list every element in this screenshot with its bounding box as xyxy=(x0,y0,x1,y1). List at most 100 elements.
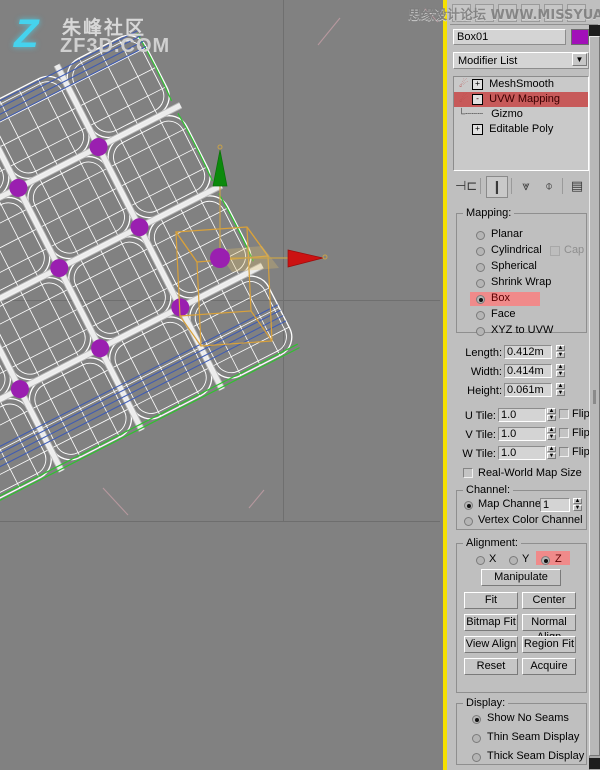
radio-cylindrical[interactable] xyxy=(476,247,485,256)
v-tile-spinner[interactable]: ▲ ▼ xyxy=(547,427,556,441)
stack-item-label: Editable Poly xyxy=(489,123,554,135)
region-fit-button[interactable]: Region Fit xyxy=(522,636,576,653)
scrollbar-grip xyxy=(593,390,596,404)
radio-align-x[interactable] xyxy=(476,556,485,565)
stack-item-gizmo[interactable]: └┄┄┄ Gizmo xyxy=(454,107,588,122)
scrollbar-down-button[interactable] xyxy=(589,758,600,769)
radio-face[interactable] xyxy=(476,311,485,320)
radio-spherical[interactable] xyxy=(476,263,485,272)
lightbulb-icon[interactable]: ☄ xyxy=(458,77,469,92)
label-align-y: Y xyxy=(522,553,530,565)
tree-line: └┄┄┄ xyxy=(458,109,484,120)
u-flip-checkbox[interactable] xyxy=(559,409,569,419)
manipulate-button[interactable]: Manipulate xyxy=(481,569,561,586)
u-tile-spinner[interactable]: ▲ ▼ xyxy=(547,408,556,422)
label-shrink-wrap: Shrink Wrap xyxy=(491,276,552,288)
map-channel-spinner[interactable]: ▲ ▼ xyxy=(573,498,582,512)
fit-button[interactable]: Fit xyxy=(464,592,518,609)
label-cap: Cap xyxy=(564,244,585,256)
w-tile-label: W Tile: xyxy=(462,448,496,460)
height-spinner[interactable]: ▲ ▼ xyxy=(556,383,565,397)
radio-thick-seam-display[interactable] xyxy=(472,753,481,762)
modifier-stack-list[interactable]: ☄ + MeshSmooth ☄ - UVW Mapping └┄┄┄ Gizm… xyxy=(453,76,589,171)
logo-z-mark: Z xyxy=(14,12,39,56)
radio-box[interactable] xyxy=(476,295,485,304)
width-input[interactable]: 0.414m xyxy=(504,364,552,378)
radio-xyz-to-uvw[interactable] xyxy=(476,327,485,336)
label-planar: Planar xyxy=(491,228,523,240)
w-flip-checkbox[interactable] xyxy=(559,447,569,457)
label-align-z: Z xyxy=(555,553,562,565)
pin-stack-icon[interactable]: ⊣⊏ xyxy=(455,176,477,196)
modifier-stack-toolbar: ⊣⊏ ❙ ⩔ ⌽ ▤ xyxy=(453,176,589,198)
radio-align-y[interactable] xyxy=(509,556,518,565)
make-unique-icon[interactable]: ⩔ xyxy=(516,176,536,196)
viewport[interactable]: Z 朱峰社区 ZF3D.COM xyxy=(0,0,440,770)
radio-shrink-wrap[interactable] xyxy=(476,279,485,288)
forum-watermark: 思缘设计论坛 WWW.MISSYUAN.COM xyxy=(408,8,600,23)
stack-item-editable-poly[interactable]: + Editable Poly xyxy=(454,122,588,137)
w-tile-spinner[interactable]: ▲ ▼ xyxy=(547,446,556,460)
w-tile-input[interactable]: 1.0 xyxy=(498,446,546,460)
modifier-list-dropdown[interactable]: Modifier List ▼ xyxy=(453,52,589,69)
map-channel-label: Map Channel: xyxy=(478,498,547,510)
u-flip-label: Flip xyxy=(572,408,590,420)
radio-map-channel[interactable] xyxy=(464,501,473,510)
remove-modifier-icon[interactable]: ⌽ xyxy=(539,176,559,196)
collapse-icon[interactable]: - xyxy=(472,93,484,105)
stack-item-meshsmooth[interactable]: ☄ + MeshSmooth xyxy=(454,77,588,92)
label-xyz-to-uvw: XYZ to UVW xyxy=(491,324,554,336)
site-logo: Z 朱峰社区 ZF3D.COM xyxy=(14,10,184,58)
w-flip-label: Flip xyxy=(572,446,590,458)
stack-item-label: MeshSmooth xyxy=(489,78,554,90)
length-input[interactable]: 0.412m xyxy=(504,345,552,359)
lightbulb-icon[interactable]: ☄ xyxy=(458,92,469,107)
real-world-map-size-label: Real-World Map Size xyxy=(478,467,582,479)
cap-checkbox[interactable] xyxy=(550,246,560,256)
radio-thin-seam-display[interactable] xyxy=(472,734,481,743)
vertex-color-channel-label: Vertex Color Channel xyxy=(478,514,583,526)
mapping-group-title: Mapping: xyxy=(463,207,515,219)
channel-group-title: Channel: xyxy=(463,484,514,496)
v-flip-label: Flip xyxy=(572,427,590,439)
view-align-button[interactable]: View Align xyxy=(464,636,518,653)
v-flip-checkbox[interactable] xyxy=(559,428,569,438)
normal-align-button[interactable]: Normal Align xyxy=(522,614,576,643)
show-end-result-icon[interactable]: ❙ xyxy=(486,176,508,198)
alignment-group-title: Alignment: xyxy=(463,537,521,549)
configure-modifier-sets-icon[interactable]: ▤ xyxy=(567,176,587,196)
width-spinner[interactable]: ▲ ▼ xyxy=(556,364,565,378)
real-world-map-size-checkbox[interactable] xyxy=(463,468,473,478)
acquire-button[interactable]: Acquire xyxy=(522,658,576,675)
radio-show-no-seams[interactable] xyxy=(472,715,481,724)
u-tile-label: U Tile: xyxy=(464,410,496,422)
map-channel-input[interactable]: 1 xyxy=(540,498,570,512)
u-tile-input[interactable]: 1.0 xyxy=(498,408,546,422)
object-name-field[interactable]: Box01 xyxy=(453,29,566,45)
radio-planar[interactable] xyxy=(476,231,485,240)
stack-item-label: Gizmo xyxy=(491,108,523,120)
stack-item-uvw-mapping[interactable]: ☄ - UVW Mapping xyxy=(454,92,588,107)
display-group-title: Display: xyxy=(463,697,509,709)
v-tile-label: V Tile: xyxy=(465,429,496,441)
uvw-mapping-rollout: Mapping: Planar Cylindrical Cap Spherica… xyxy=(450,205,592,765)
radio-vertex-color-channel[interactable] xyxy=(464,517,473,526)
label-thin-seam-display: Thin Seam Display xyxy=(487,731,580,743)
scrollbar-up-button[interactable] xyxy=(589,25,600,36)
object-color-swatch[interactable] xyxy=(571,29,589,45)
center-button[interactable]: Center xyxy=(522,592,576,609)
expand-icon[interactable]: + xyxy=(472,123,484,135)
label-face: Face xyxy=(491,308,516,320)
radio-align-z[interactable] xyxy=(541,556,550,565)
v-tile-input[interactable]: 1.0 xyxy=(498,427,546,441)
bitmap-fit-button[interactable]: Bitmap Fit xyxy=(464,614,518,631)
modifier-list-label: Modifier List xyxy=(458,55,518,67)
chevron-down-icon[interactable]: ▼ xyxy=(572,53,587,66)
logo-domain-text: ZF3D.COM xyxy=(60,35,171,57)
reset-button[interactable]: Reset xyxy=(464,658,518,675)
expand-icon[interactable]: + xyxy=(472,78,484,90)
label-spherical: Spherical xyxy=(491,260,537,272)
length-spinner[interactable]: ▲ ▼ xyxy=(556,345,565,359)
label-thick-seam-display: Thick Seam Display xyxy=(487,750,585,762)
height-input[interactable]: 0.061m xyxy=(504,383,552,397)
